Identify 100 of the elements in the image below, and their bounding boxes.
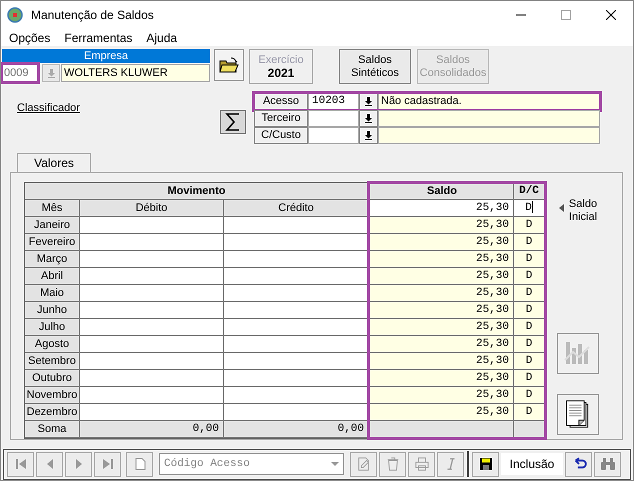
dc-cell[interactable]: D [514, 200, 545, 217]
menu-item[interactable]: Ferramentas [64, 30, 132, 45]
menu-item[interactable]: Ajuda [146, 30, 178, 45]
saldos-sinteticos-button[interactable]: Saldos Sintéticos [339, 49, 411, 84]
binoculars-icon [600, 457, 616, 472]
table-cell[interactable] [224, 370, 369, 387]
dc-cell[interactable]: D [514, 284, 545, 302]
left-arrow-icon [558, 204, 564, 212]
table-cell[interactable] [80, 370, 224, 387]
open-folder-button[interactable] [214, 49, 244, 82]
download-arrow-icon [364, 96, 373, 106]
dc-cell[interactable]: D [514, 336, 545, 353]
table-cell[interactable] [80, 234, 224, 251]
row-header: Julho [25, 318, 80, 336]
empresa-name-field[interactable]: WOLTERS KLUWER [61, 64, 210, 82]
table-cell[interactable] [80, 268, 224, 285]
dc-cell[interactable]: D [514, 268, 545, 285]
menu-item[interactable]: Opções [9, 30, 50, 45]
table-cell[interactable] [80, 336, 224, 353]
dropdown-arrow-icon [331, 462, 339, 466]
table-cell[interactable] [80, 404, 224, 421]
lookup-button[interactable] [359, 126, 378, 144]
dc-cell[interactable]: D [514, 386, 545, 404]
window-title: Manutenção de Saldos [31, 8, 154, 22]
table-cell[interactable] [224, 216, 369, 234]
edit-document-icon [356, 457, 372, 472]
saldo-cell[interactable]: 25,30 [369, 250, 514, 268]
report-button[interactable] [557, 394, 599, 435]
saldo-cell[interactable]: 25,30 [369, 268, 514, 285]
dc-cell[interactable]: D [514, 216, 545, 234]
dc-cell[interactable]: D [514, 250, 545, 268]
saldo-cell[interactable]: 25,30 [369, 302, 514, 319]
table-cell[interactable] [80, 216, 224, 234]
dc-cell[interactable]: D [514, 302, 545, 319]
table-cell[interactable] [80, 302, 224, 319]
table-cell[interactable] [80, 386, 224, 404]
table-cell[interactable] [224, 386, 369, 404]
table-cell[interactable] [80, 250, 224, 268]
empresa-code-field[interactable]: 0009 [2, 64, 38, 82]
undo-button[interactable] [565, 452, 592, 477]
row-header: Setembro [25, 352, 80, 370]
dc-cell[interactable]: D [514, 234, 545, 251]
table-cell[interactable] [224, 404, 369, 421]
last-record-icon [102, 458, 114, 470]
printer-icon [414, 457, 430, 472]
table-cell[interactable] [224, 352, 369, 370]
open-folder-icon [219, 57, 239, 74]
exercicio-value: 2021 [268, 66, 294, 80]
row-header: Fevereiro [25, 234, 80, 251]
saldo-cell[interactable]: 25,30 [369, 318, 514, 336]
table-cell[interactable] [224, 250, 369, 268]
first-record-icon [14, 458, 26, 470]
saldo-cell[interactable]: 25,30 [369, 404, 514, 421]
app-icon [7, 7, 23, 24]
table-cell[interactable] [80, 318, 224, 336]
total-cell: 0,00 [80, 420, 224, 438]
dc-cell[interactable]: D [514, 318, 545, 336]
filter-label: Terceiro [254, 110, 308, 127]
sigma-icon [225, 112, 241, 131]
filter-label: C/Custo [254, 126, 308, 144]
mode-field: Inclusão [501, 453, 563, 476]
table-cell[interactable] [80, 284, 224, 302]
row-header: Janeiro [25, 216, 80, 234]
row-header: Dezembro [25, 404, 80, 421]
lookup-button[interactable] [359, 110, 378, 127]
table-cell[interactable] [224, 336, 369, 353]
row-header: Outubro [25, 370, 80, 387]
row-header: Soma [25, 420, 80, 438]
table-cell[interactable] [224, 268, 369, 285]
saldo-cell[interactable]: 25,30 [369, 370, 514, 387]
saldo-cell[interactable]: 25,30 [369, 352, 514, 370]
dc-cell[interactable]: D [514, 370, 545, 387]
row-header: Maio [25, 284, 80, 302]
dc-cell[interactable]: D [514, 404, 545, 421]
maximize-icon[interactable] [561, 10, 571, 20]
saldo-cell[interactable]: 25,30 [369, 200, 514, 217]
download-arrow-icon [364, 130, 373, 140]
saldo-cell[interactable]: 25,30 [369, 336, 514, 353]
save-button[interactable] [472, 452, 499, 477]
row-header: Abril [25, 268, 80, 285]
saldo-cell[interactable]: 25,30 [369, 234, 514, 251]
dc-cell[interactable]: D [514, 352, 545, 370]
code-field[interactable] [308, 126, 359, 144]
close-icon[interactable] [606, 10, 616, 20]
table-cell[interactable] [80, 352, 224, 370]
tab[interactable]: Valores [17, 152, 91, 172]
saldo-cell[interactable]: 25,30 [369, 284, 514, 302]
table-cell[interactable] [224, 302, 369, 319]
saldo-cell[interactable]: 25,30 [369, 216, 514, 234]
sum-button[interactable] [220, 110, 246, 134]
column-header: Mês [25, 200, 80, 217]
table-cell[interactable] [224, 284, 369, 302]
row-header: Junho [25, 302, 80, 319]
classificador-link[interactable]: Classificador [17, 102, 220, 114]
table-cell[interactable] [224, 318, 369, 336]
code-field[interactable] [308, 110, 359, 127]
table-cell[interactable] [224, 234, 369, 251]
total-cell: 0,00 [224, 420, 369, 438]
download-arrow-icon [46, 68, 56, 78]
saldo-cell[interactable]: 25,30 [369, 386, 514, 404]
